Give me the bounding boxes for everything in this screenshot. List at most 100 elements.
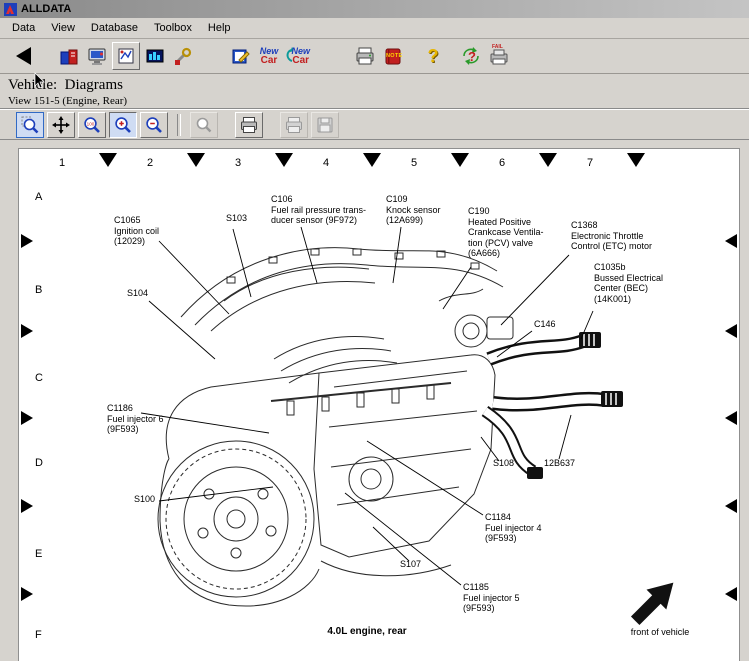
grid-column-label: 5 [411,157,417,169]
zoom-in-icon [113,115,133,135]
grid-column-label: 1 [59,157,65,169]
grid-left-marker [21,499,33,513]
help-button[interactable]: ? [420,43,446,69]
grid-row-label: F [35,629,42,641]
grid-left-marker [21,234,33,248]
monitor-icon [86,45,108,67]
callout-s107: S107 [400,559,421,570]
note-label: NOTE [386,53,402,59]
callout-c109: C109 Knock sensor (12A699) [386,194,441,226]
grid-row-label: C [35,372,43,384]
callout-c1185: C1185 Fuel injector 5 (9F593) [463,582,520,614]
page-subtitle: View 151-5 (Engine, Rear) [8,95,749,107]
save-diagram-button[interactable] [311,112,339,138]
diagram-viewport[interactable]: 1 2 3 4 5 6 7 A B C D E F [0,140,749,661]
note-button[interactable]: NOTE [380,43,406,69]
monitor-button[interactable] [84,43,110,69]
schematic-icon [115,45,137,67]
engine-sketch [158,248,513,606]
menu-help[interactable]: Help [200,20,239,36]
menu-view[interactable]: View [43,20,83,36]
new-car-icon: New Car [260,47,279,66]
book-pencil-icon [230,45,252,67]
grid-column-label: 6 [499,157,505,169]
grid-right-marker [725,411,737,425]
printer-icon [354,45,376,67]
grid-left-marker [21,411,33,425]
svg-text:100: 100 [87,121,95,126]
callout-12b637: 12B637 [544,458,575,469]
save-disabled-icon [315,115,335,135]
notebook-button[interactable] [228,43,254,69]
toolbar-separator [177,114,181,136]
vehicle-catalog-button[interactable] [56,43,82,69]
callout-c1065: C1065 Ignition coil (12029) [114,215,159,247]
callout-c146: C146 [534,319,556,330]
printer-icon [239,115,259,135]
zoom-100-button[interactable]: 100 [78,112,106,138]
diagram-tool-button[interactable] [112,42,140,70]
wrench-icon [172,45,194,67]
grid-row-label: E [35,548,42,560]
callout-c190: C190 Heated Positive Crankcase Ventila- … [468,206,544,259]
zoom-disabled-icon [194,115,214,135]
print-diagram-button[interactable] [235,112,263,138]
grid-left-marker [21,324,33,338]
grid-column-label: 3 [235,157,241,169]
callout-c106: C106 Fuel rail pressure trans- ducer sen… [271,194,366,226]
grid-right-marker [725,587,737,601]
hoses [485,341,605,471]
grid-top-marker [187,153,205,167]
diagram-page: 1 2 3 4 5 6 7 A B C D E F [18,148,740,661]
zoom-window-button[interactable] [190,112,218,138]
callout-s103: S103 [226,213,247,224]
grid-top-marker [539,153,557,167]
grid-top-marker [275,153,293,167]
grid-row-label: B [35,284,42,296]
callout-s100: S100 [134,494,155,505]
research-question-icon: ? [468,49,476,64]
search-again-button[interactable]: ? [458,43,484,69]
grid-column-label: 2 [147,157,153,169]
grid-row-label: A [35,191,42,203]
grid-left-marker [21,587,33,601]
meter-button[interactable] [142,43,168,69]
tools-button[interactable] [170,43,196,69]
grid-right-marker [725,234,737,248]
menu-toolbox[interactable]: Toolbox [146,20,200,36]
fail-label: FAIL [492,44,503,50]
back-arrow-icon [16,47,31,65]
new-car-return-button[interactable]: New Car [284,43,310,69]
main-toolbar: New Car New Car [0,39,749,74]
new-car-button[interactable]: New Car [256,43,282,69]
menu-database[interactable]: Database [83,20,146,36]
window-title: ALLDATA [21,3,71,15]
zoom-region-icon [20,115,40,135]
app-icon [4,3,17,16]
grid-top-marker [451,153,469,167]
copy-diagram-button[interactable] [280,112,308,138]
grid-top-marker [627,153,645,167]
books-icon [58,45,80,67]
callout-c1035b: C1035b Bussed Electrical Center (BEC) (1… [594,262,663,304]
back-button[interactable] [10,43,36,69]
pan-button[interactable] [47,112,75,138]
alldata-window: ALLDATA Data View Database Toolbox Help [0,0,749,661]
grid-column-label: 4 [323,157,329,169]
front-of-vehicle-label: front of vehicle [615,627,705,637]
page-head: Vehicle: Diagrams View 151-5 (Engine, Re… [0,74,749,109]
zoom-100-icon: 100 [82,115,102,135]
titlebar[interactable]: ALLDATA [0,0,749,18]
diagram-caption: 4.0L engine, rear [287,626,447,637]
fail-report-button[interactable]: FAIL [486,43,512,69]
meter-icon [144,45,166,67]
page-title: Vehicle: Diagrams [8,77,749,94]
menu-data[interactable]: Data [4,20,43,36]
zoom-region-button[interactable] [16,112,44,138]
copy-disabled-icon [284,115,304,135]
help-icon: ? [428,47,439,65]
print-button[interactable] [352,43,378,69]
zoom-in-button[interactable] [109,112,137,138]
grid-top-marker [363,153,381,167]
zoom-out-button[interactable] [140,112,168,138]
